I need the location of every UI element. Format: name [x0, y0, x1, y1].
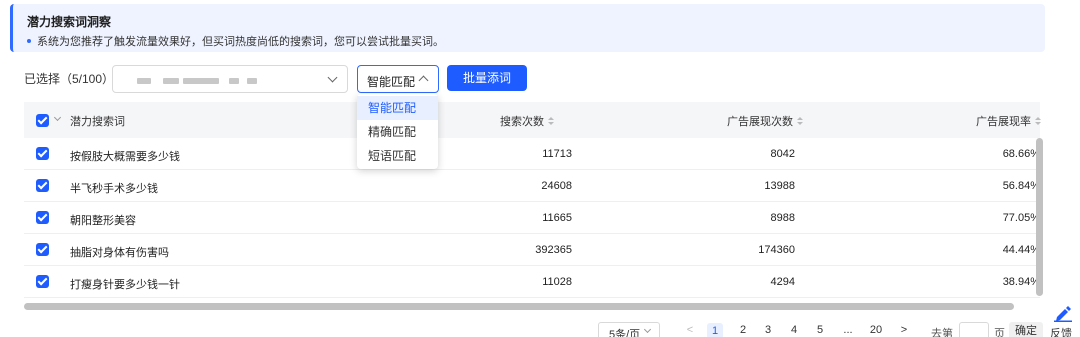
prev-page-button[interactable]: < — [682, 324, 698, 336]
plan-select[interactable] — [112, 65, 348, 93]
impressions-cell: 8042 — [770, 148, 795, 160]
bullet-dot-icon — [27, 39, 31, 44]
page-4[interactable]: 4 — [786, 324, 802, 336]
keyword-cell: 抽脂对身体有伤害吗 — [70, 247, 169, 259]
table-row: 按假肢大概需要多少钱 11713 8042 68.66% — [24, 138, 1040, 170]
redacted-text — [229, 78, 239, 84]
match-type-value: 智能匹配 — [367, 75, 416, 89]
page-size-select[interactable]: 5条/页 — [598, 322, 660, 337]
keyword-cell: 打瘦身针要多少钱一针 — [70, 279, 180, 291]
chevron-down-icon — [327, 72, 338, 83]
header-impression-rate-label: 广告展现率 — [976, 116, 1031, 128]
sort-icon[interactable] — [797, 116, 803, 126]
feedback-label[interactable]: 反馈 — [1050, 325, 1072, 337]
banner-title: 潜力搜索词洞察 — [27, 15, 112, 29]
impression-rate-cell: 56.84% — [1002, 180, 1040, 192]
search-count-cell: 11665 — [542, 212, 572, 224]
table-header: 潜力搜索词 搜索次数 广告展现次数 广告展现率 — [24, 102, 1041, 138]
redacted-text — [247, 78, 257, 84]
header-impressions[interactable]: 广告展现次数 — [727, 113, 803, 129]
batch-add-button[interactable]: 批量添词 — [447, 65, 527, 91]
header-impression-rate[interactable]: 广告展现率 — [976, 113, 1041, 129]
row-checkbox[interactable] — [36, 275, 49, 288]
next-page-button[interactable]: > — [896, 324, 912, 336]
select-all-checkbox[interactable] — [36, 114, 49, 127]
search-count-cell: 11028 — [542, 276, 572, 288]
insight-banner: 潜力搜索词洞察 系统为您推荐了触发流量效果好，但买词热度尚低的搜索词，您可以尝试… — [10, 4, 1045, 52]
confirm-jump-button[interactable]: 确定 — [1009, 322, 1043, 337]
keyword-cell: 半飞秒手术多少钱 — [70, 183, 158, 195]
page-2[interactable]: 2 — [735, 324, 751, 336]
row-checkbox[interactable] — [36, 211, 49, 224]
keyword-cell: 朝阳整形美容 — [70, 215, 136, 227]
sort-icon[interactable] — [1035, 116, 1041, 126]
page-5[interactable]: 5 — [812, 324, 828, 336]
selected-count: 已选择（5/100） — [24, 72, 115, 86]
header-impressions-label: 广告展现次数 — [727, 116, 793, 128]
page-ellipsis[interactable]: ... — [840, 324, 856, 336]
chevron-up-icon — [418, 75, 429, 86]
banner-description-text: 系统为您推荐了触发流量效果好，但买词热度尚低的搜索词，您可以尝试批量买词。 — [37, 36, 444, 48]
option-exact-match[interactable]: 精确匹配 — [357, 120, 438, 144]
search-count-cell: 392365 — [535, 244, 572, 256]
horizontal-scrollbar[interactable] — [24, 303, 1014, 310]
table-row: 朝阳整形美容 11665 8988 77.05% — [24, 202, 1040, 234]
option-smart-match[interactable]: 智能匹配 — [357, 96, 438, 120]
banner-description: 系统为您推荐了触发流量效果好，但买词热度尚低的搜索词，您可以尝试批量买词。 — [27, 33, 444, 49]
pen-icon[interactable] — [1052, 304, 1074, 322]
keyword-cell: 按假肢大概需要多少钱 — [70, 151, 180, 163]
chevron-down-icon[interactable] — [53, 113, 62, 122]
row-checkbox[interactable] — [36, 147, 49, 160]
row-checkbox[interactable] — [36, 179, 49, 192]
page-3[interactable]: 3 — [760, 324, 776, 336]
vertical-scrollbar[interactable] — [1036, 138, 1043, 296]
page-unit-label: 页 — [994, 328, 1005, 337]
row-checkbox[interactable] — [36, 243, 49, 256]
search-count-cell: 11713 — [542, 148, 572, 160]
redacted-text — [137, 78, 151, 84]
header-search-count[interactable]: 搜索次数 — [500, 113, 554, 129]
chevron-down-icon — [643, 325, 652, 334]
impressions-cell: 13988 — [764, 180, 795, 192]
sort-icon[interactable] — [548, 116, 554, 126]
table-row: 抽脂对身体有伤害吗 392365 174360 44.44% — [24, 234, 1040, 266]
impressions-cell: 4294 — [770, 276, 795, 288]
impression-rate-cell: 44.44% — [1002, 244, 1040, 256]
impression-rate-cell: 77.05% — [1002, 212, 1040, 224]
goto-page-input[interactable] — [959, 322, 989, 337]
impression-rate-cell: 68.66% — [1002, 148, 1040, 160]
match-type-dropdown: 智能匹配 精确匹配 短语匹配 — [357, 94, 438, 169]
goto-label: 去第 — [931, 328, 953, 337]
table-row: 半飞秒手术多少钱 24608 13988 56.84% — [24, 170, 1040, 202]
impressions-cell: 8988 — [770, 212, 795, 224]
match-type-select[interactable]: 智能匹配 — [357, 65, 439, 93]
redacted-text — [163, 78, 179, 84]
table-row: 打瘦身针要多少钱一针 11028 4294 38.94% — [24, 266, 1040, 298]
search-count-cell: 24608 — [541, 180, 572, 192]
impression-rate-cell: 38.94% — [1002, 276, 1040, 288]
header-keyword: 潜力搜索词 — [70, 116, 125, 128]
page-1[interactable]: 1 — [707, 323, 723, 337]
page-20[interactable]: 20 — [866, 324, 886, 336]
redacted-text — [183, 78, 219, 84]
keyword-table: 潜力搜索词 搜索次数 广告展现次数 广告展现率 按假肢大概需要多少钱 11713… — [24, 102, 1046, 312]
header-search-count-label: 搜索次数 — [500, 116, 544, 128]
option-phrase-match[interactable]: 短语匹配 — [357, 144, 438, 168]
impressions-cell: 174360 — [758, 244, 795, 256]
page-size-value: 5条/页 — [609, 329, 641, 337]
